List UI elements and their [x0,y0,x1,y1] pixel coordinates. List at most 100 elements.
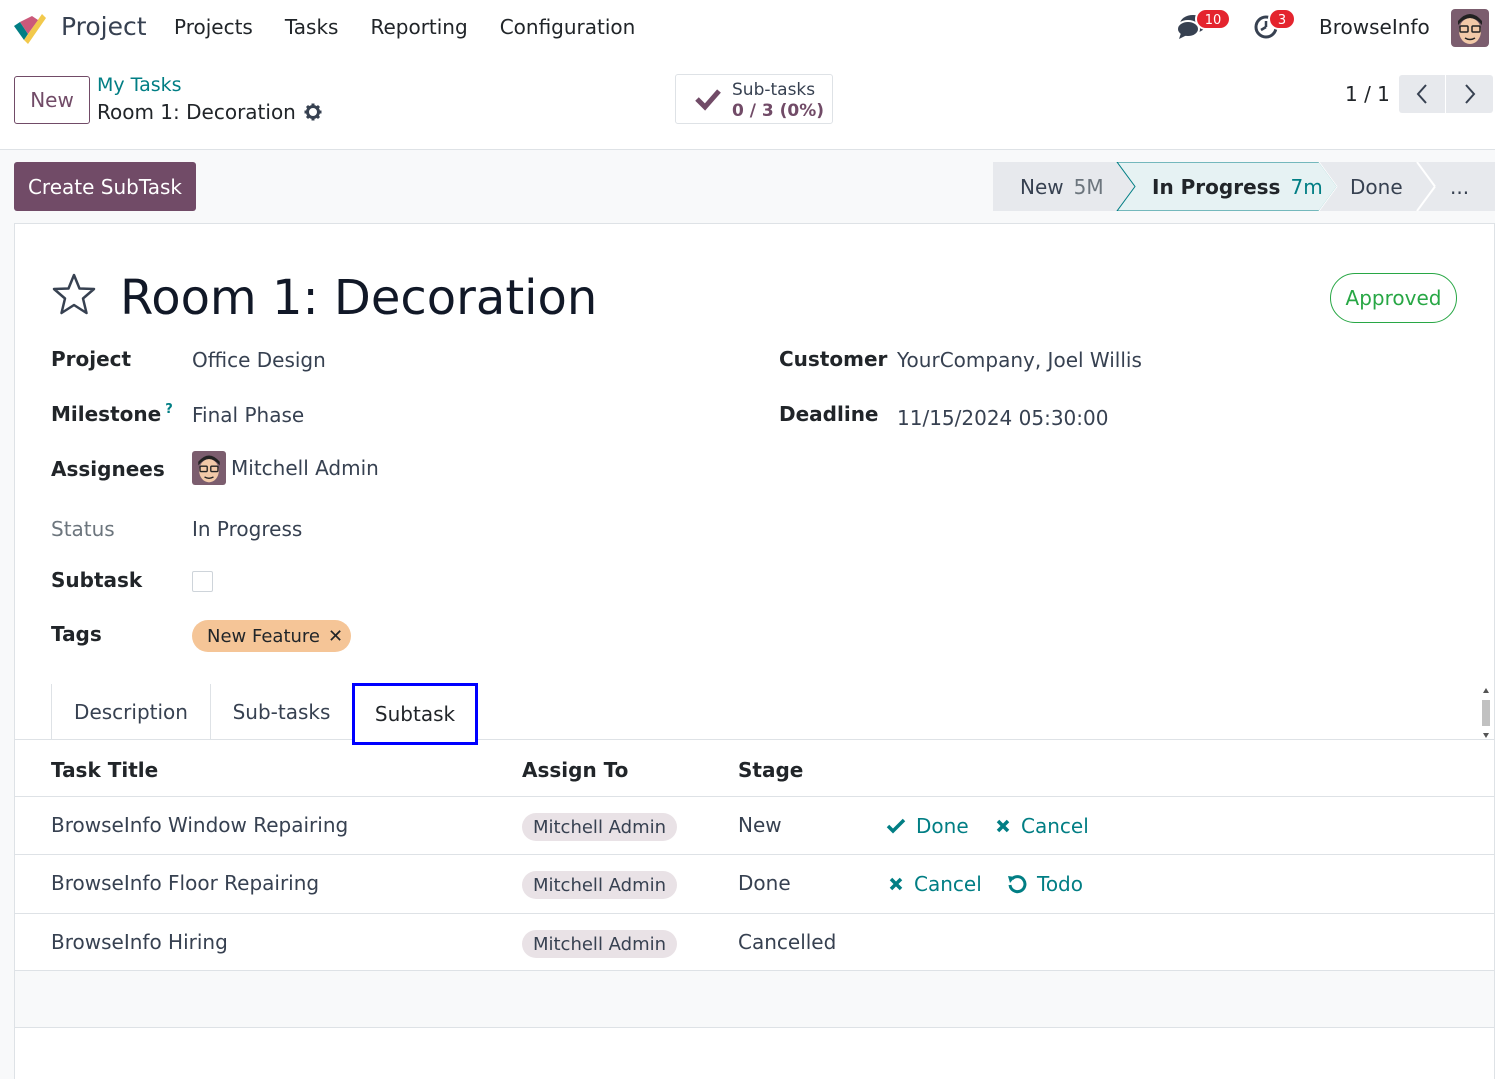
project-field[interactable]: Office Design [192,348,326,372]
milestone-label-text: Milestone [51,402,162,426]
create-subtask-button[interactable]: Create SubTask [14,162,196,211]
approved-badge[interactable]: Approved [1330,273,1457,323]
row-assignee-badge: Mitchell Admin [522,930,677,958]
row-stage: Done [738,871,791,895]
close-icon [889,877,903,891]
menu-projects[interactable]: Projects [174,15,253,39]
pager-value[interactable]: 1 / 1 [1345,82,1390,106]
tag-new-feature: New Feature ✕ [192,620,351,652]
subtasks-smart-button[interactable]: Sub-tasks 0 / 3 (0%) [675,74,833,124]
status-label: Status [51,517,115,541]
checkmark-icon [695,89,721,111]
row-task-title: BrowseInfo Window Repairing [51,813,349,837]
row-assignee-badge: Mitchell Admin [522,813,677,841]
assignee-avatar-icon [192,451,226,485]
tab-subtask[interactable]: Subtask [352,683,478,745]
activity-badge: 3 [1268,8,1296,30]
deadline-label: Deadline [779,402,879,426]
menu-tasks[interactable]: Tasks [285,15,339,39]
tags-label: Tags [51,622,102,646]
star-priority-icon[interactable] [51,272,97,316]
assignee-avatar[interactable] [192,451,226,485]
user-avatar[interactable] [1451,9,1489,47]
stage-in-progress-time: 7m [1290,175,1323,199]
stage-in-progress-label: In Progress [1152,175,1281,199]
pager-buttons [1399,75,1493,113]
tabs-scrollbar[interactable] [1479,687,1493,739]
chevron-left-icon [1416,84,1427,104]
app-name[interactable]: Project [61,12,147,41]
stage-in-progress[interactable]: In Progress 7m [1152,175,1323,199]
deadline-field[interactable]: 11/15/2024 05:30:00 [897,406,1108,430]
form-sheet: Room 1: Decoration Approved Project Offi… [14,223,1495,1079]
pager-previous-button[interactable] [1399,75,1446,113]
row-stage: Cancelled [738,930,837,954]
user-avatar-icon [1451,9,1489,47]
close-icon [996,819,1010,833]
row-cancel-label: Cancel [914,872,982,896]
smart-button-label: Sub-tasks [732,80,816,100]
row-cancel-label: Cancel [1021,814,1089,838]
row-cancel-button[interactable]: Cancel [888,872,982,896]
breadcrumb-my-tasks[interactable]: My Tasks [97,74,182,96]
row-cancel-button[interactable]: Cancel [995,814,1089,838]
assignees-label: Assignees [51,457,165,481]
stage-more-label: ... [1450,175,1470,199]
tab-description[interactable]: Description [51,684,210,740]
status-field: In Progress [192,517,303,541]
stage-done[interactable]: Done [1350,175,1403,199]
stage-new-label: New [1020,175,1064,199]
assignees-field[interactable]: Mitchell Admin [231,456,379,480]
customer-label: Customer [779,347,888,371]
subtask-table-header: Task Title Assign To Stage [15,740,1494,797]
table-row[interactable]: BrowseInfo Floor Repairing Mitchell Admi… [15,855,1494,914]
notebook-tabs: Description Sub-tasks Subtask [15,683,1494,745]
chat-badge: 10 [1195,8,1231,30]
breadcrumb-current: Room 1: Decoration [97,100,322,124]
table-empty-row [15,971,1494,1028]
chevron-right-icon [1464,84,1475,104]
row-done-button[interactable]: Done [886,814,969,838]
col-assign-to[interactable]: Assign To [522,758,628,782]
new-record-button[interactable]: New [14,76,90,124]
row-stage: New [738,813,782,837]
smart-button-value: 0 / 3 (0%) [732,101,825,121]
tag-remove-icon[interactable]: ✕ [328,626,343,647]
gear-icon[interactable] [304,103,322,121]
stage-done-label: Done [1350,175,1403,199]
milestone-field[interactable]: Final Phase [192,403,304,427]
row-assignee-badge: Mitchell Admin [522,871,677,899]
col-task-title[interactable]: Task Title [51,758,158,782]
milestone-label: Milestone? [51,402,173,426]
project-app-logo-icon[interactable] [12,12,46,44]
company-switcher[interactable]: BrowseInfo [1319,15,1430,39]
row-task-title: BrowseInfo Floor Repairing [51,871,320,895]
check-icon [886,818,906,834]
pager-next-button[interactable] [1446,75,1493,113]
table-row[interactable]: BrowseInfo Hiring Mitchell Admin Cancell… [15,914,1494,971]
task-title[interactable]: Room 1: Decoration [120,270,597,326]
tab-sub-tasks[interactable]: Sub-tasks [210,684,352,740]
menu-configuration[interactable]: Configuration [500,15,636,39]
stage-statusbar: New 5M In Progress 7m Done ... [993,162,1495,211]
top-navbar: Project Projects Tasks Reporting Configu… [0,0,1495,56]
row-task-title: BrowseInfo Hiring [51,930,228,954]
row-todo-label: Todo [1037,872,1083,896]
stage-new-time: 5M [1073,175,1104,199]
table-row[interactable]: BrowseInfo Window Repairing Mitchell Adm… [15,797,1494,855]
control-panel: New My Tasks Room 1: Decoration Sub-task… [0,56,1495,150]
undo-icon [1008,875,1027,894]
main-menu: Projects Tasks Reporting Configuration [174,15,667,39]
row-todo-button[interactable]: Todo [1007,872,1083,896]
breadcrumb-current-label: Room 1: Decoration [97,100,296,124]
stage-new[interactable]: New 5M [1020,175,1104,199]
subtask-checkbox[interactable] [192,571,213,592]
tag-label: New Feature [207,625,321,647]
col-stage[interactable]: Stage [738,758,803,782]
row-done-label: Done [916,814,969,838]
customer-field[interactable]: YourCompany, Joel Willis [897,348,1142,372]
menu-reporting[interactable]: Reporting [370,15,467,39]
project-label: Project [51,347,132,371]
stage-more[interactable]: ... [1450,175,1469,199]
milestone-help-icon[interactable]: ? [165,402,173,417]
